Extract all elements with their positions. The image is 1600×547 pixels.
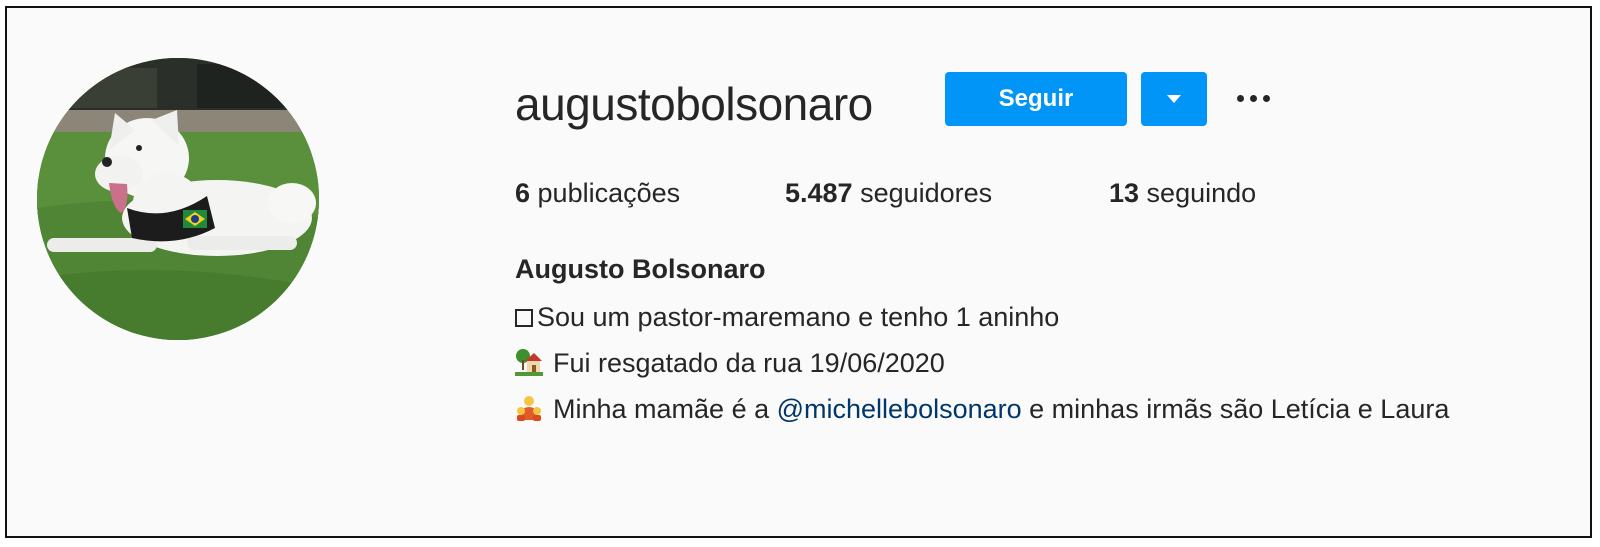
posts-label: publicações bbox=[530, 178, 681, 208]
posts-count: 6 bbox=[515, 178, 531, 208]
bio-line-2: Fui resgatado da rua 19/06/2020 bbox=[515, 346, 945, 380]
caret-down-icon bbox=[1167, 95, 1181, 103]
bio-text-3a: Minha mamãe é a bbox=[553, 394, 777, 424]
stat-followers[interactable]: 5.487 seguidores bbox=[785, 176, 992, 210]
suggestions-dropdown-button[interactable] bbox=[1141, 72, 1207, 126]
follow-button[interactable]: Seguir bbox=[945, 72, 1127, 126]
bio-text-3b: e minhas irmãs são Letícia e Laura bbox=[1021, 394, 1450, 424]
bio-line-3: Minha mamãe é a @michellebolsonaro e min… bbox=[515, 392, 1449, 426]
dog-avatar-image bbox=[37, 58, 319, 340]
mention-link[interactable]: @michellebolsonaro bbox=[777, 394, 1022, 424]
more-options-button[interactable] bbox=[1227, 78, 1279, 118]
followers-count: 5.487 bbox=[785, 178, 853, 208]
following-label: seguindo bbox=[1139, 178, 1257, 208]
ellipsis-icon bbox=[1236, 94, 1244, 102]
house-with-garden-icon bbox=[515, 349, 543, 376]
stat-posts: 6 publicações bbox=[515, 176, 680, 210]
stat-following[interactable]: 13 seguindo bbox=[1109, 176, 1256, 210]
username: augustobolsonaro bbox=[515, 78, 873, 130]
followers-label: seguidores bbox=[852, 178, 993, 208]
full-name: Augusto Bolsonaro bbox=[515, 254, 766, 284]
bio-text-1: Sou um pastor-maremano e tenho 1 aninho bbox=[537, 302, 1060, 332]
avatar[interactable] bbox=[37, 58, 319, 340]
bio-line-1: Sou um pastor-maremano e tenho 1 aninho bbox=[515, 300, 1059, 334]
family-emoji-icon bbox=[517, 396, 541, 421]
bio-text-2: Fui resgatado da rua 19/06/2020 bbox=[553, 348, 945, 378]
box-glyph bbox=[515, 309, 533, 327]
following-count: 13 bbox=[1109, 178, 1140, 208]
profile-header: augustobolsonaro Seguir 6 publicações 5.… bbox=[5, 6, 1592, 538]
